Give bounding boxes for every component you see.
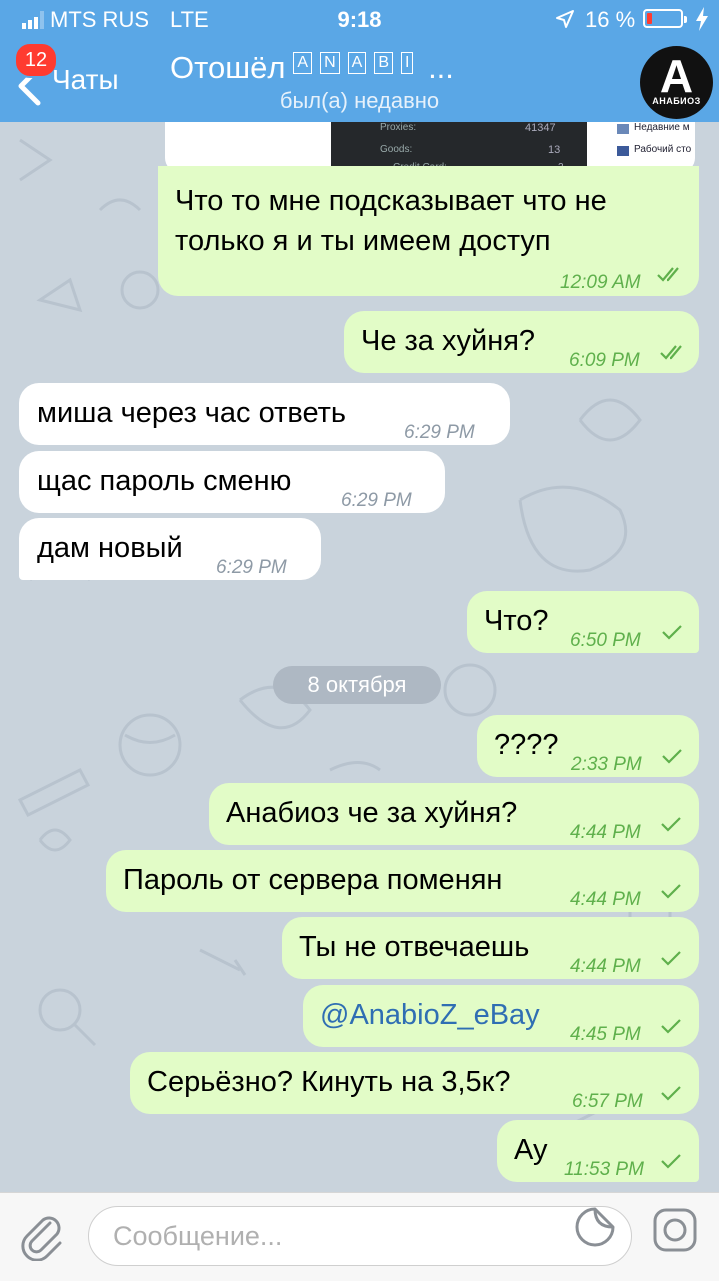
title-letter-box: B	[374, 51, 393, 74]
message-text: Ты не отвечаешь	[299, 931, 530, 963]
message-text: Что то мне подсказывает что не	[175, 185, 607, 217]
status-bar: MTS RUS LTE 9:18 16 %	[0, 0, 719, 38]
double-check-icon	[657, 267, 679, 282]
folder-icon	[617, 124, 629, 134]
message-input-placeholder: Сообщение...	[113, 1221, 283, 1251]
chat-title-text: Отошёл	[170, 50, 286, 85]
message-text: Че за хуйня?	[361, 325, 536, 357]
message-text: Пароль от сервера поменян	[123, 864, 503, 896]
image-preview[interactable]: Proxies: Goods: Credit Card: 41347 13 2 …	[165, 122, 695, 172]
preview-value: 13	[548, 144, 561, 156]
message-text: ????	[494, 729, 559, 761]
battery-icon	[643, 9, 687, 28]
preview-folder: Недавние м	[634, 122, 690, 133]
battery-percent: 16 %	[585, 7, 636, 32]
message-time: 12:09 AM	[560, 272, 641, 293]
message-text: только я и ты имеем доступ	[175, 225, 551, 257]
message-time: 4:45 PM	[570, 1024, 641, 1045]
message-bubble[interactable]: Ау 11:53 PM	[497, 1120, 699, 1182]
message-text: Ау	[514, 1134, 548, 1166]
date-separator: 8 октября	[273, 666, 441, 704]
check-icon	[662, 749, 682, 764]
last-seen-status: был(а) недавно	[279, 88, 440, 113]
message-text: Анабиоз че за хуйня?	[226, 797, 518, 829]
title-letter-box: A	[347, 51, 367, 74]
sticker-icon[interactable]	[573, 1205, 617, 1249]
check-icon	[661, 1086, 681, 1101]
avatar-caption: АНАБИОЗ	[652, 96, 701, 106]
check-icon	[661, 951, 681, 966]
message-input[interactable]: Сообщение...	[88, 1206, 632, 1266]
title-letter-box: I	[400, 51, 414, 74]
message-bubble[interactable]: @AnabioZ_eBay 4:45 PM	[303, 985, 699, 1047]
message-time: 6:50 PM	[570, 630, 641, 651]
check-icon	[661, 884, 681, 899]
message-bubble[interactable]: щас пароль сменю 6:29 PM	[19, 451, 445, 513]
double-check-icon	[660, 345, 682, 360]
paperclip-icon[interactable]	[20, 1213, 64, 1261]
check-icon	[661, 1154, 681, 1169]
chat-title[interactable]: Отошёл A N A B I ...	[170, 50, 454, 86]
message-time: 11:53 PM	[564, 1159, 644, 1180]
location-arrow-icon	[556, 10, 574, 28]
mention-link[interactable]: @AnabioZ_eBay	[320, 995, 540, 1035]
message-time: 6:57 PM	[572, 1091, 643, 1112]
message-bubble[interactable]: ???? 2:33 PM	[477, 715, 699, 777]
message-bubble[interactable]: Че за хуйня? 6:09 PM	[344, 311, 699, 373]
message-text: миша через час ответь	[37, 397, 347, 429]
message-bubble[interactable]: дам новый 6:29 PM	[19, 518, 321, 580]
message-bubble[interactable]: Пароль от сервера поменян 4:44 PM	[106, 850, 699, 912]
message-time: 4:44 PM	[570, 822, 641, 843]
title-letter-box: A	[293, 51, 313, 74]
message-time: 6:29 PM	[341, 490, 412, 511]
message-time: 6:29 PM	[404, 422, 475, 443]
message-bubble[interactable]: Анабиоз че за хуйня? 4:44 PM	[209, 783, 699, 845]
charging-bolt-icon	[696, 7, 708, 31]
title-ellipsis: ...	[428, 50, 454, 85]
check-icon	[661, 817, 681, 832]
message-bubble[interactable]: Что? 6:50 PM	[467, 591, 699, 653]
check-icon	[662, 625, 682, 640]
preview-folder: Рабочий сто	[634, 144, 692, 155]
message-bubble[interactable]: миша через час ответь 6:29 PM	[19, 383, 510, 445]
message-bubble[interactable]: Что то мне подсказывает что не только я …	[158, 166, 699, 296]
message-time: 4:44 PM	[570, 956, 641, 977]
camera-icon[interactable]	[652, 1207, 698, 1253]
chat-header: MTS RUS LTE 9:18 16 % 12 Чаты Отошёл A N A B…	[0, 0, 719, 122]
message-text: дам новый	[37, 532, 183, 564]
desktop-icon	[617, 146, 629, 156]
message-text: щас пароль сменю	[37, 465, 292, 497]
preview-label: Proxies:	[380, 122, 417, 133]
preview-value: 41347	[525, 122, 556, 134]
message-text: Серьёзно? Кинуть на 3,5к?	[147, 1066, 511, 1098]
message-text: Что?	[484, 605, 549, 637]
title-letter-box: N	[320, 51, 340, 74]
message-time: 2:33 PM	[571, 754, 642, 775]
message-time: 4:44 PM	[570, 889, 641, 910]
message-bubble[interactable]: Ты не отвечаешь 4:44 PM	[282, 917, 699, 979]
message-input-bar: Сообщение...	[0, 1192, 719, 1281]
message-bubble[interactable]: Серьёзно? Кинуть на 3,5к? 6:57 PM	[130, 1052, 699, 1114]
avatar[interactable]: A АНАБИОЗ	[640, 46, 713, 119]
preview-label: Goods:	[380, 144, 413, 155]
message-time: 6:29 PM	[216, 557, 287, 578]
check-icon	[661, 1019, 681, 1034]
message-time: 6:09 PM	[569, 350, 640, 371]
